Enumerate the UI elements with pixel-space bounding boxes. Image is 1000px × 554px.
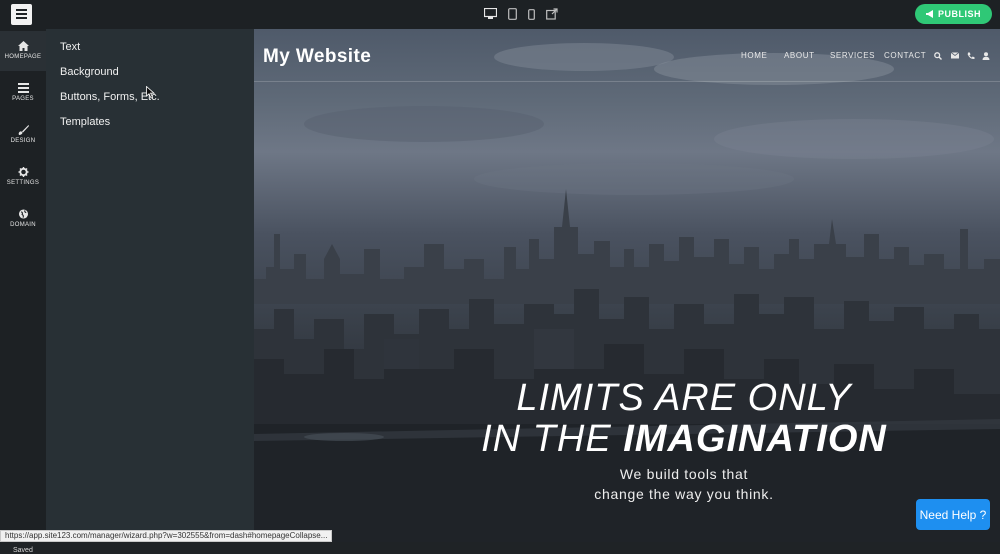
hero-subtitle-line-2: change the way you think. xyxy=(594,486,774,502)
gear-icon xyxy=(18,167,28,177)
rail-label-domain: DOMAIN xyxy=(10,222,36,228)
rail-item-pages[interactable]: PAGES xyxy=(0,73,46,113)
device-preview-switcher xyxy=(484,6,569,22)
phone-icon[interactable] xyxy=(967,52,975,60)
megaphone-icon xyxy=(925,10,933,18)
desktop-icon[interactable] xyxy=(484,8,497,20)
search-icon[interactable] xyxy=(934,52,942,60)
rail-item-design[interactable]: DESIGN xyxy=(0,115,46,155)
top-toolbar: PUBLISH xyxy=(0,0,1000,29)
hero-headline-line-1: LIMITS ARE ONLY xyxy=(516,377,852,419)
mouse-cursor-icon xyxy=(146,86,155,99)
globe-icon xyxy=(18,209,28,219)
tablet-icon[interactable] xyxy=(508,8,517,20)
mobile-icon[interactable] xyxy=(528,8,535,20)
browser-status-url: https://app.site123.com/manager/wizard.p… xyxy=(0,530,333,542)
publish-label: PUBLISH xyxy=(937,9,981,19)
homepage-options-panel: Text Background Buttons, Forms, Etc. Tem… xyxy=(46,29,254,542)
pages-icon xyxy=(17,83,29,93)
save-status: Saved xyxy=(13,547,33,554)
hero-headline-line-2-prefix: IN THE xyxy=(481,418,624,460)
website-preview: My Website HOME ABOUT SERVICES CONTACT L… xyxy=(254,29,1000,542)
external-link-icon[interactable] xyxy=(546,8,558,20)
left-icon-rail: HOMEPAGE PAGES DESIGN SETTINGS DOMAIN Sa… xyxy=(0,29,46,554)
mail-icon[interactable] xyxy=(951,52,959,59)
header-divider xyxy=(254,81,1000,82)
panel-item-background[interactable]: Background xyxy=(60,66,119,78)
rail-item-homepage[interactable]: HOMEPAGE xyxy=(0,31,46,71)
rail-label-homepage: HOMEPAGE xyxy=(4,54,42,60)
brush-icon xyxy=(18,125,29,135)
rail-label-settings: SETTINGS xyxy=(6,180,40,186)
nav-link-home[interactable]: HOME xyxy=(741,51,767,60)
rail-label-pages: PAGES xyxy=(12,96,34,102)
rail-item-domain[interactable]: DOMAIN xyxy=(0,199,46,239)
site-title[interactable]: My Website xyxy=(263,46,371,68)
nav-link-services[interactable]: SERVICES xyxy=(830,51,875,60)
rail-label-design: DESIGN xyxy=(10,138,36,144)
hamburger-logo-icon[interactable] xyxy=(11,4,32,25)
hero-subtitle-line-1: We build tools that xyxy=(619,466,749,482)
panel-item-buttons-forms[interactable]: Buttons, Forms, Etc. xyxy=(60,91,160,103)
panel-item-templates[interactable]: Templates xyxy=(60,116,110,128)
panel-item-text[interactable]: Text xyxy=(60,41,80,53)
user-icon[interactable] xyxy=(982,52,990,60)
hero-headline-line-2: IN THE IMAGINATION xyxy=(384,418,984,461)
publish-button[interactable]: PUBLISH xyxy=(915,4,992,24)
nav-link-about[interactable]: ABOUT xyxy=(784,51,815,60)
need-help-button[interactable]: Need Help ? xyxy=(916,499,990,530)
rail-item-settings[interactable]: SETTINGS xyxy=(0,157,46,197)
home-icon xyxy=(17,41,29,51)
hero-headline-emphasis: IMAGINATION xyxy=(623,418,887,460)
nav-link-contact[interactable]: CONTACT xyxy=(884,51,926,60)
